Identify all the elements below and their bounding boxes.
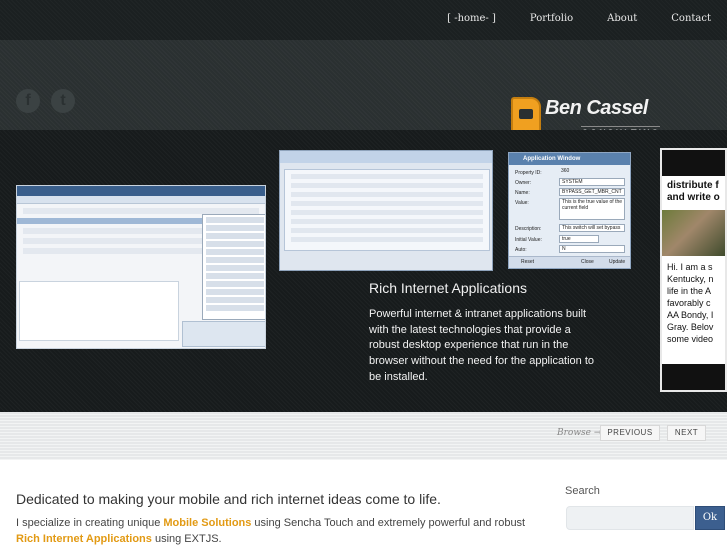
search-input[interactable]	[566, 506, 694, 530]
field-value: SYSTEM	[559, 178, 625, 186]
intro-paragraph: I specialize in creating unique Mobile S…	[16, 517, 526, 545]
field-label: Initial Value:	[515, 237, 542, 243]
ria-highlight: Rich Internet Applications	[16, 533, 152, 545]
browse-label: Browse →	[557, 428, 602, 438]
field-value: This is the true value of the current fi…	[559, 198, 625, 220]
preview-image	[662, 210, 725, 256]
field-label: Value:	[515, 200, 529, 206]
twitter-icon[interactable]: t	[51, 89, 75, 113]
nav-home-link[interactable]: [ -home- ]	[447, 13, 496, 27]
slide-screenshot-left	[16, 185, 266, 349]
preview-heading: distribute f and write o	[667, 180, 720, 203]
facebook-icon[interactable]: f	[16, 89, 40, 113]
preview-text: Hi. I am a s Kentucky, n life in the A f…	[667, 262, 714, 344]
field-label: Name:	[515, 190, 530, 196]
featured-slider: Application Window Property ID: 360 Owne…	[0, 130, 727, 412]
update-button: Update	[609, 259, 626, 265]
field-label: Owner:	[515, 180, 532, 186]
page-title: Dedicated to making your mobile and rich…	[16, 491, 441, 507]
slide-title: Rich Internet Applications	[369, 280, 527, 296]
slide-caption: Rich Internet Applications Powerful inte…	[369, 279, 599, 386]
field-value: BYPASS_GET_MBR_CNT	[559, 188, 625, 196]
nav-about-link[interactable]: About	[607, 13, 637, 27]
top-nav-bar: [ -home- ] Portfolio About Contact	[0, 0, 727, 40]
previous-button[interactable]: PREVIOUS	[600, 425, 660, 441]
field-value: true	[559, 235, 599, 243]
reset-button: Reset	[521, 259, 535, 265]
slide-preview-right[interactable]: distribute f and write o Hi. I am a s Ke…	[660, 148, 727, 392]
field-value: 360	[561, 168, 570, 174]
close-button: Close	[581, 259, 594, 265]
field-label: Property ID:	[515, 170, 542, 176]
nav-portfolio-link[interactable]: Portfolio	[530, 13, 573, 27]
app-window-title: Application Window	[509, 153, 630, 165]
search-ok-button[interactable]: Ok	[695, 506, 725, 530]
app-window-buttons: Reset Close Update	[509, 256, 630, 268]
application-window-preview: Application Window Property ID: 360 Owne…	[508, 152, 631, 269]
slide-screenshot-middle	[279, 150, 493, 271]
main-nav: [ -home- ] Portfolio About Contact	[447, 13, 727, 27]
field-label: Description:	[515, 226, 542, 232]
site-header: f t Ben Cassel CONSULTING	[0, 40, 727, 138]
nav-contact-link[interactable]: Contact	[671, 13, 711, 27]
logo-name: Ben Cassel	[545, 97, 648, 119]
browse-strip: Browse → PREVIOUS NEXT	[0, 412, 727, 460]
field-label: Auto:	[515, 247, 527, 253]
next-button[interactable]: NEXT	[667, 425, 706, 441]
field-value: This switch will set bypass	[559, 224, 625, 232]
search-label: Search	[565, 485, 600, 497]
mobile-solutions-highlight: Mobile Solutions	[163, 517, 252, 529]
slide-description: Powerful internet & intranet application…	[369, 308, 595, 383]
field-value: N	[559, 245, 625, 253]
